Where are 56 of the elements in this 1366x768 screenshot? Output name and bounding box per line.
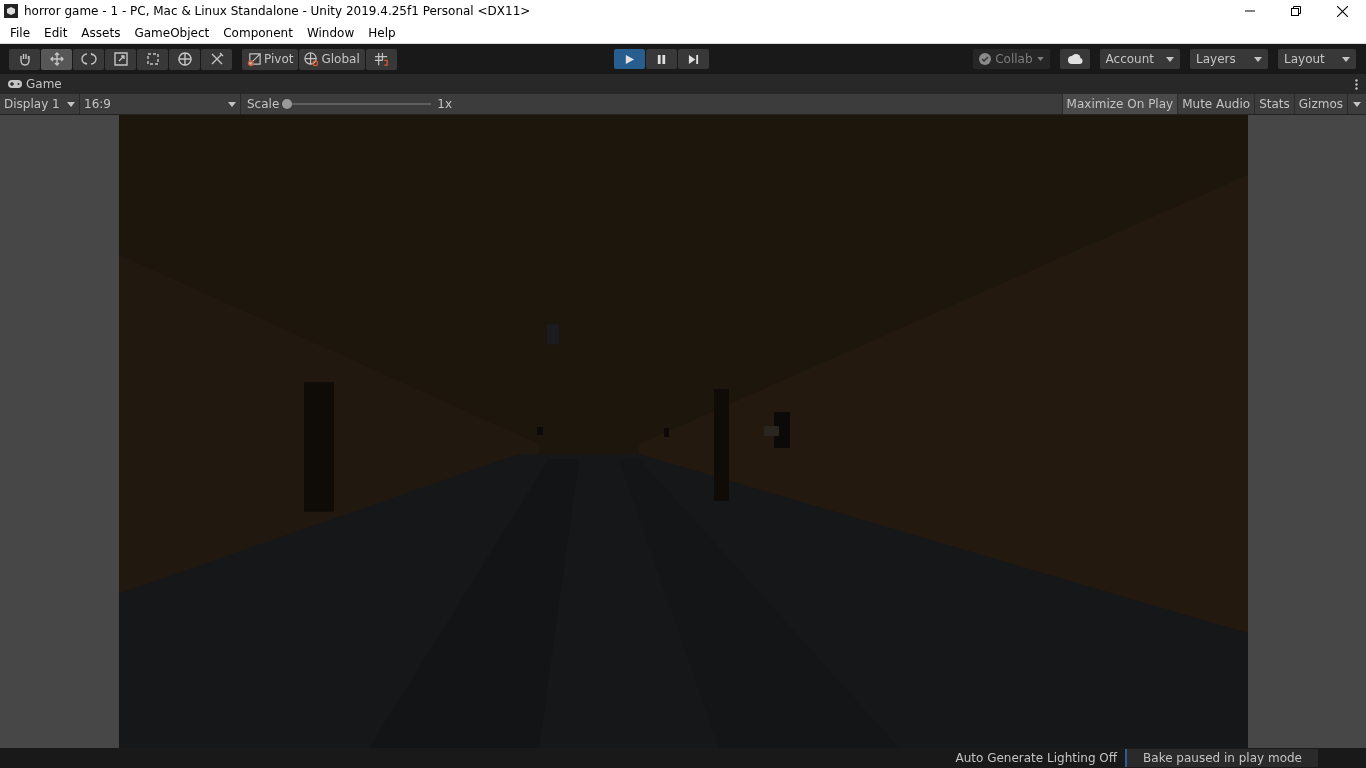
snap-button[interactable]: [365, 48, 397, 70]
tool-button[interactable]: [73, 48, 104, 70]
more-options-icon[interactable]: [1355, 78, 1358, 90]
tool-button[interactable]: [41, 48, 72, 70]
window-title: horror game - 1 - PC, Mac & Linux Standalone - Unity 2019.4.25f1 Personal <DX11>: [24, 4, 531, 18]
bake-status: Bake paused in play mode: [1125, 749, 1318, 767]
pause-button[interactable]: [646, 49, 677, 69]
step-icon: [688, 53, 699, 65]
lighting-status: Auto Generate Lighting Off: [955, 751, 1118, 765]
globe-icon: [176, 51, 193, 67]
play-button[interactable]: [614, 49, 645, 69]
menu-item[interactable]: Component: [221, 25, 299, 40]
caret-icon: [67, 101, 75, 107]
gamepad-icon: [8, 80, 22, 88]
caret-icon: [1254, 56, 1262, 62]
menu-item[interactable]: File: [8, 25, 37, 40]
global-toggle[interactable]: Global: [299, 48, 365, 70]
caret-icon: [1353, 101, 1361, 107]
tool-button[interactable]: [201, 48, 232, 70]
step-button[interactable]: [678, 49, 709, 69]
check-circle-icon: [979, 53, 992, 65]
caret-icon: [1166, 56, 1174, 62]
toolbar-dropdown[interactable]: Layers: [1190, 49, 1268, 69]
restore-icon[interactable]: [1291, 6, 1301, 16]
scale-icon: [112, 51, 129, 67]
menu-item[interactable]: GameObject: [132, 25, 216, 40]
cloud-button[interactable]: [1059, 49, 1090, 69]
tool-button[interactable]: [105, 48, 136, 70]
play-icon: [624, 53, 635, 65]
globe-icon: [304, 51, 320, 67]
close-icon[interactable]: [1337, 5, 1348, 17]
menu-item[interactable]: Help: [366, 25, 402, 40]
pivot-toggle[interactable]: Pivot: [242, 48, 299, 70]
tool-button[interactable]: [169, 48, 200, 70]
pivot-icon: [247, 51, 262, 67]
unity-logo-icon: [4, 4, 18, 18]
tool-button[interactable]: [137, 48, 168, 70]
caret-icon: [1342, 56, 1350, 62]
caret-icon: [228, 101, 236, 107]
toolbar-dropdown[interactable]: Layout: [1278, 49, 1356, 69]
rotate-icon: [80, 51, 97, 67]
scale-label: Scale: [247, 97, 280, 111]
rectangle-icon: [144, 51, 161, 67]
grid-snap-icon: [373, 51, 389, 67]
scale-value: 1x: [437, 97, 453, 111]
cloud-icon: [1066, 54, 1083, 64]
menu-item[interactable]: Window: [304, 25, 361, 40]
tool-button[interactable]: [9, 48, 40, 70]
game-tab[interactable]: Game: [8, 77, 62, 91]
menu-item[interactable]: Assets: [79, 25, 127, 40]
menu-item[interactable]: Edit: [42, 25, 74, 40]
caret-icon: [1036, 57, 1044, 61]
pause-icon: [656, 53, 667, 65]
toolbar-dropdown[interactable]: Account: [1099, 49, 1180, 69]
view-toggle[interactable]: Maximize On Play: [1061, 94, 1178, 114]
move-arrows-icon: [48, 51, 65, 67]
